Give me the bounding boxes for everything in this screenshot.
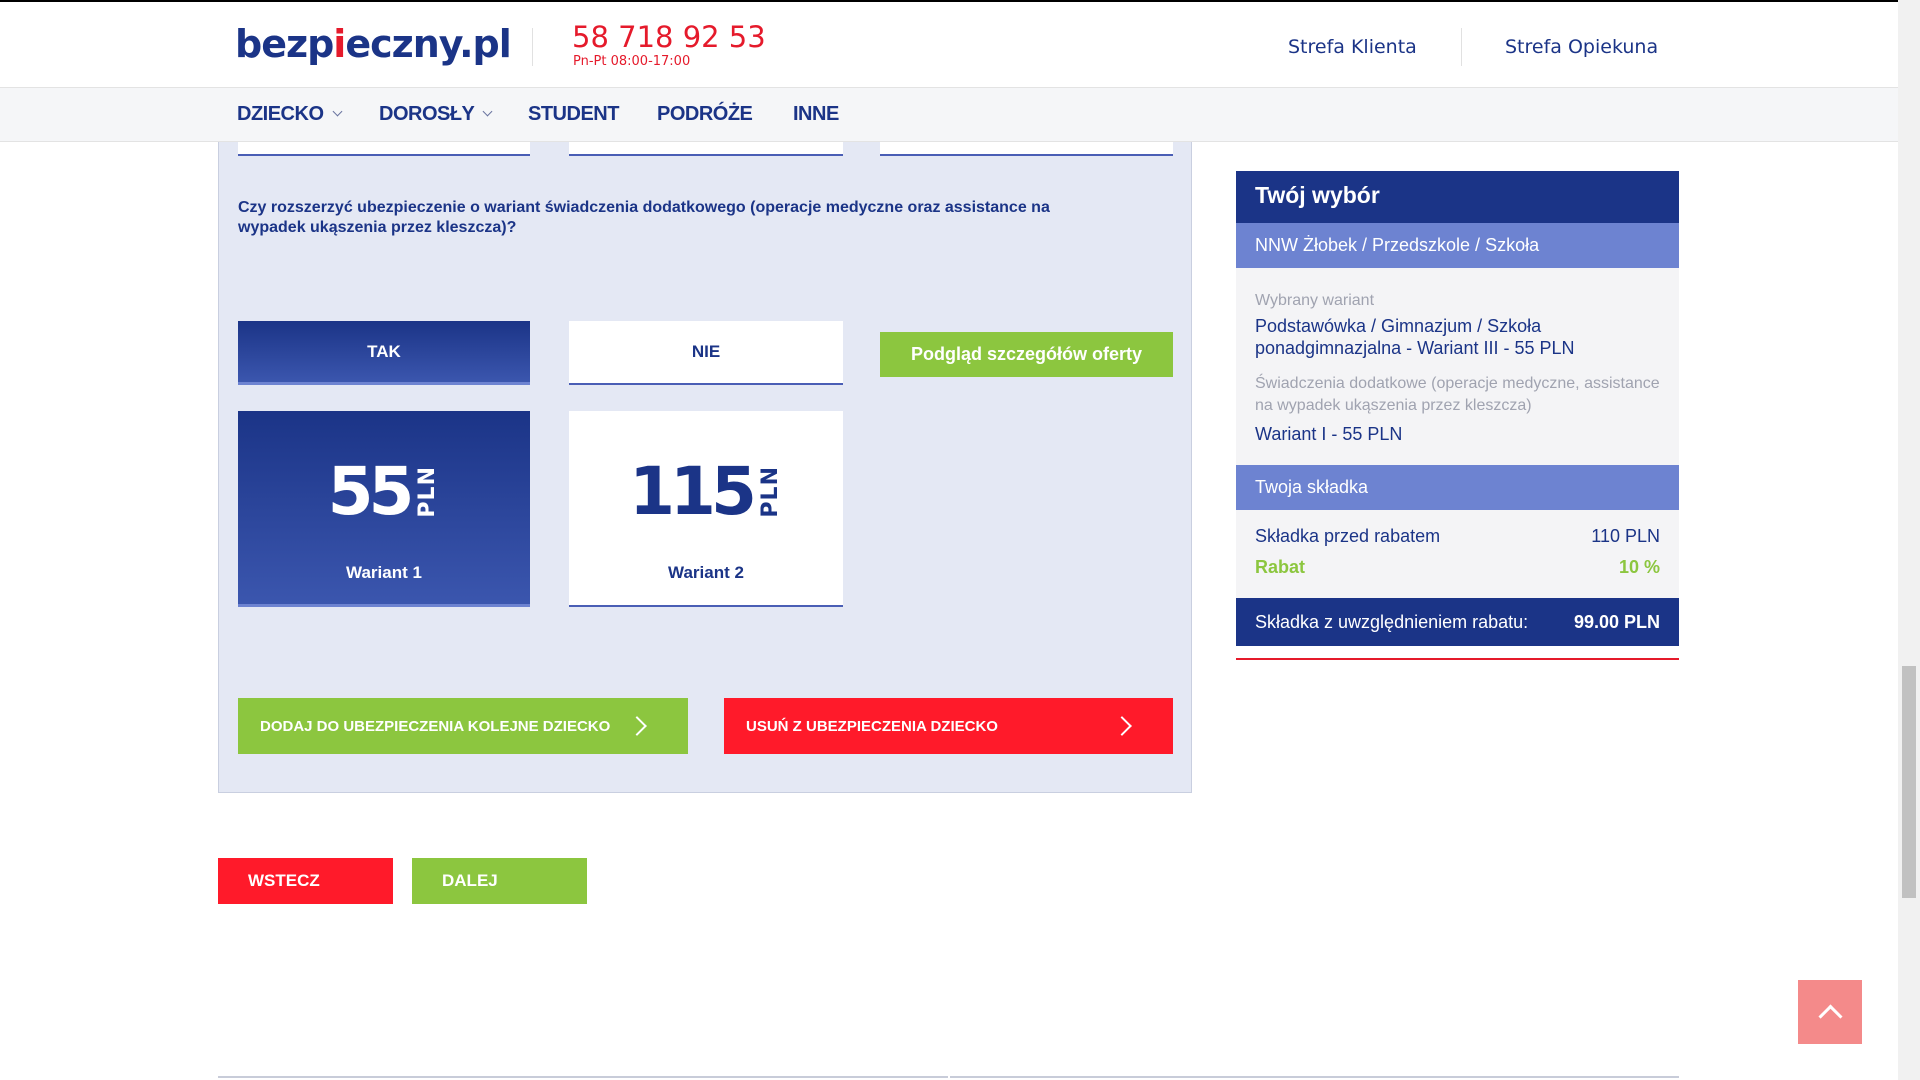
nav-item-label: DZIECKO <box>237 103 324 125</box>
remove-child-button[interactable]: USUŃ Z UBEZPIECZENIA DZIECKO <box>724 698 1173 754</box>
nav-item-dorosly[interactable]: DOROSŁY <box>379 103 493 126</box>
summary-divider <box>1236 658 1679 660</box>
premium-details: Składka przed rabatem 110 PLN Rabat 10 % <box>1236 510 1679 598</box>
footer-divider <box>950 1076 1679 1078</box>
price-currency: PLN <box>757 466 783 518</box>
total-row: Składka z uwzględnieniem rabatu: 99.00 P… <box>1236 598 1679 646</box>
office-hours: Pn-Pt 08:00-17:00 <box>573 54 691 69</box>
price-amount: 115 <box>629 453 757 530</box>
price-display: 115 PLN <box>569 459 843 525</box>
selected-variant-label: Wybrany wariant <box>1255 292 1375 309</box>
next-button[interactable]: DALEJ <box>412 858 587 904</box>
total-label: Składka z uwzględnieniem rabatu: <box>1255 612 1529 632</box>
chevron-down-icon <box>332 106 342 117</box>
price-amount: 55 <box>327 453 415 530</box>
yes-option-button[interactable]: TAK <box>238 321 530 385</box>
chevron-up-icon <box>1818 1004 1843 1029</box>
top-header: bezpieczny.pl 58 718 92 53 Pn-Pt 08:00-1… <box>0 0 1898 88</box>
add-child-label: DODAJ DO UBEZPIECZENIA KOLEJNE DZIECKO <box>260 717 611 735</box>
premium-header: Twoja składka <box>1236 465 1679 510</box>
page-root: bezpieczny.pl 58 718 92 53 Pn-Pt 08:00-1… <box>0 0 1920 1080</box>
summary-title: Twój wybór <box>1236 171 1679 223</box>
offer-details-button[interactable]: Podgląd szczegółów oferty <box>880 332 1173 377</box>
discount-row: Rabat 10 % <box>1255 557 1660 578</box>
price-currency: PLN <box>415 466 441 518</box>
nav-item-label: DOROSŁY <box>379 103 475 125</box>
remove-child-label: USUŃ Z UBEZPIECZENIA DZIECKO <box>746 717 998 735</box>
logo-text-accent: i <box>333 22 346 66</box>
back-button[interactable]: WSTECZ <box>218 858 393 904</box>
nav-item-label: STUDENT <box>528 103 619 125</box>
extra-benefits-label: Świadczenia dodatkowe (operacje medyczne… <box>1255 375 1660 414</box>
extra-benefits-value: Wariant I - 55 PLN <box>1255 424 1403 444</box>
price-display: 55 PLN <box>238 459 530 525</box>
extension-question: Czy rozszerzyć ubezpieczenie o wariant ś… <box>238 199 1050 236</box>
previous-option-card[interactable] <box>569 142 843 156</box>
variant-1-card[interactable]: 55 PLN Wariant 1 <box>238 411 530 607</box>
scroll-to-top-button[interactable] <box>1798 980 1862 1044</box>
header-divider <box>1461 28 1462 66</box>
nav-item-label: INNE <box>793 103 839 125</box>
scrollbar-thumb[interactable] <box>1902 666 1916 898</box>
discount-value: 10 % <box>1618 557 1660 577</box>
discount-label: Rabat <box>1255 557 1306 577</box>
summary-product: NNW Żłobek / Przedszkole / Szkoła <box>1236 223 1679 268</box>
add-child-button[interactable]: DODAJ DO UBEZPIECZENIA KOLEJNE DZIECKO <box>238 698 688 754</box>
variant-label: Wariant 2 <box>668 563 744 582</box>
before-discount-label: Składka przed rabatem <box>1255 526 1441 546</box>
scrollbar-track[interactable] <box>1898 0 1920 1080</box>
total-value: 99.00 PLN <box>1573 612 1660 632</box>
nav-item-dziecko[interactable]: DZIECKO <box>237 103 342 126</box>
header-divider <box>532 28 533 66</box>
nav-item-student[interactable]: STUDENT <box>528 103 619 126</box>
variant-label: Wariant 1 <box>346 563 422 582</box>
chevron-down-icon <box>482 106 493 117</box>
nav-item-inne[interactable]: INNE <box>793 103 839 126</box>
phone-number[interactable]: 58 718 92 53 <box>572 20 766 54</box>
logo-text-end: eczny.pl <box>345 22 511 66</box>
summary-details: Wybrany wariant Podstawówka / Gimnazjum … <box>1236 268 1679 465</box>
before-discount-value: 110 PLN <box>1591 526 1660 546</box>
nav-item-podroze[interactable]: PODRÓŻE <box>657 103 753 126</box>
previous-option-card[interactable] <box>238 142 530 156</box>
no-option-button[interactable]: NIE <box>569 321 843 385</box>
brand-logo[interactable]: bezpieczny.pl <box>235 22 512 66</box>
client-zone-link[interactable]: Strefa Klienta <box>1288 36 1417 58</box>
logo-text-start: bezp <box>235 22 334 66</box>
main-nav: DZIECKO DOROSŁY STUDENT PODRÓŻE INNE <box>0 88 1898 142</box>
nav-item-label: PODRÓŻE <box>657 103 753 125</box>
footer-divider <box>218 1076 948 1078</box>
variant-2-card[interactable]: 115 PLN Wariant 2 <box>569 411 843 607</box>
before-discount-row: Składka przed rabatem 110 PLN <box>1255 526 1660 547</box>
selected-variant-value: Podstawówka / Gimnazjum / Szkoła ponadgi… <box>1255 316 1575 358</box>
previous-option-card[interactable] <box>880 142 1173 156</box>
guardian-zone-link[interactable]: Strefa Opiekuna <box>1505 36 1658 58</box>
chevron-right-icon <box>627 716 647 736</box>
chevron-right-icon <box>1112 716 1132 736</box>
